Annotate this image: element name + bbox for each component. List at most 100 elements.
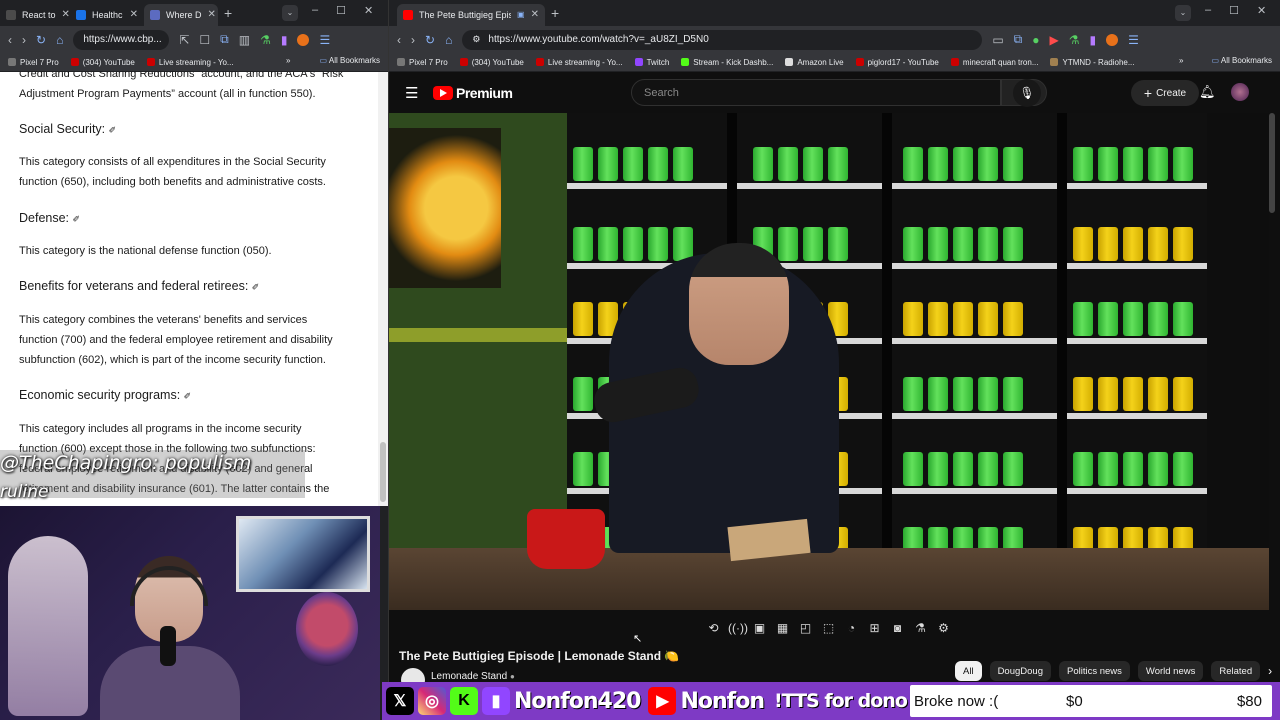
soda-can	[1073, 302, 1093, 336]
flask-icon[interactable]: ⚗	[912, 621, 929, 635]
bookmark-item[interactable]: (304) YouTube	[459, 58, 524, 67]
bookmark-item[interactable]: Pixel 7 Pro	[397, 58, 448, 67]
menu-icon[interactable]: ☰	[319, 33, 330, 47]
loop-icon[interactable]: ⟲	[705, 621, 722, 635]
tab-react[interactable]: React to ✕	[0, 4, 70, 26]
menu-icon[interactable]: ☰	[1128, 33, 1139, 47]
bookmark-item[interactable]: Amazon Live	[785, 58, 844, 67]
youtube-ext-icon[interactable]: ▶	[1049, 33, 1058, 47]
share-icon[interactable]: ⇱	[179, 33, 189, 47]
bookmark-item[interactable]: Live streaming - Yo...	[535, 58, 623, 67]
reload-icon[interactable]: ↻	[36, 33, 46, 47]
bookmark-live[interactable]: Live streaming - Yo...	[146, 58, 234, 67]
microphone	[160, 626, 176, 666]
home-icon[interactable]: ⌂	[445, 33, 452, 47]
bookmark-youtube[interactable]: (304) YouTube	[70, 58, 135, 67]
anchor-link-icon[interactable]: ✐	[184, 391, 192, 401]
add-icon[interactable]: ⊞	[866, 621, 883, 635]
channel-name[interactable]: Lemonade Stand ●	[431, 671, 515, 682]
close-icon[interactable]: ✕	[531, 9, 539, 20]
bookmark-icon[interactable]: ☐	[199, 33, 210, 47]
search-input[interactable]: Search	[631, 79, 1001, 106]
forward-icon[interactable]: ›	[22, 33, 26, 47]
close-icon[interactable]: ✕	[130, 9, 138, 20]
bookmark-item[interactable]: minecraft quan tron...	[950, 58, 1038, 67]
bookmark-pixel[interactable]: Pixel 7 Pro	[8, 58, 59, 67]
search-placeholder: Search	[644, 86, 679, 99]
chip-all[interactable]: All	[955, 661, 982, 681]
home-icon[interactable]: ⌂	[56, 33, 63, 47]
minimize-icon[interactable]: –	[312, 4, 318, 17]
minimize-icon[interactable]: –	[1205, 4, 1211, 17]
voice-search-icon[interactable]: 🎙︎	[1013, 79, 1041, 107]
url-field[interactable]: ⚙ https://www.youtube.com/watch?v=_aU8ZI…	[462, 29, 983, 50]
theater-icon[interactable]: ⬚	[820, 621, 837, 635]
profile-avatar[interactable]	[1231, 83, 1249, 101]
reload-icon[interactable]: ↻	[425, 33, 435, 47]
forward-icon[interactable]: ›	[411, 33, 415, 47]
site-info-icon[interactable]: ⚙	[472, 34, 480, 45]
video-player[interactable]	[389, 113, 1269, 610]
bookmark-item[interactable]: YTMND - Radiohe...	[1050, 58, 1135, 67]
bookmark-item[interactable]: piglord17 - YouTube	[855, 58, 939, 67]
new-tab-icon[interactable]: +	[551, 5, 559, 21]
avatar[interactable]	[297, 33, 310, 46]
all-bookmarks[interactable]: ▭ All Bookmarks	[1212, 56, 1272, 65]
close-window-icon[interactable]: ✕	[364, 4, 373, 17]
maximize-icon[interactable]: ☐	[1229, 4, 1239, 17]
soda-can	[1073, 377, 1093, 411]
flask-icon[interactable]: ⚗	[260, 33, 271, 47]
close-icon[interactable]: ✕	[62, 9, 70, 20]
tab-youtube-video[interactable]: The Pete Buttigieg Episode ▣ ✕	[397, 3, 545, 26]
extension-icon[interactable]: ⧉	[220, 32, 229, 47]
playing-audio-icon[interactable]: ▣	[517, 10, 525, 19]
back-icon[interactable]: ‹	[8, 33, 12, 47]
calendar-icon[interactable]: ▦	[774, 621, 791, 635]
extension-icon[interactable]: ⧉	[1014, 32, 1023, 47]
create-button[interactable]: + Create	[1131, 80, 1199, 106]
screenshot-area-icon[interactable]: ◰	[797, 621, 814, 635]
new-tab-icon[interactable]: +	[224, 5, 232, 21]
chip-dougdoug[interactable]: DougDoug	[989, 661, 1051, 681]
twitch-ext-icon[interactable]: ▮	[1089, 33, 1096, 47]
twitch-ext-icon[interactable]: ▮	[281, 33, 288, 47]
close-window-icon[interactable]: ✕	[1257, 4, 1266, 17]
tab-search-icon[interactable]: ⌄	[1175, 5, 1191, 21]
more-bookmarks-icon[interactable]: »	[1179, 56, 1183, 65]
audio-icon[interactable]: ((·))	[728, 621, 748, 635]
camera-icon[interactable]: ◙	[889, 621, 906, 635]
left-scrollbar[interactable]	[378, 72, 388, 506]
avatar[interactable]	[1106, 33, 1119, 46]
flask-icon[interactable]: ⚗	[1069, 33, 1080, 47]
hamburger-menu-icon[interactable]: ☰	[405, 84, 418, 102]
chip-related[interactable]: Related	[1211, 661, 1261, 681]
tab-healthcare[interactable]: Healthc ✕	[70, 4, 144, 26]
chip-politics[interactable]: Politics news	[1058, 661, 1130, 681]
cast-icon[interactable]: ▭	[992, 33, 1003, 47]
all-bookmarks[interactable]: ▭ All Bookmarks	[320, 56, 380, 65]
bookmark-item[interactable]: Twitch	[634, 58, 669, 67]
anchor-link-icon[interactable]: ✐	[252, 282, 260, 292]
maximize-icon[interactable]: ☐	[336, 4, 346, 17]
chip-world-news[interactable]: World news	[1137, 661, 1204, 681]
notifications-bell-icon[interactable]: 🔔︎	[1199, 84, 1216, 100]
tab-where[interactable]: Where D ✕	[144, 3, 218, 26]
close-icon[interactable]: ✕	[208, 9, 216, 20]
url-field[interactable]: https://www.cbp...	[73, 29, 170, 50]
back-icon[interactable]: ‹	[397, 33, 401, 47]
grammarly-icon[interactable]: ●	[1032, 33, 1039, 47]
pip-icon[interactable]: ▣	[751, 621, 768, 635]
speed-icon[interactable]: ◔	[843, 621, 860, 635]
anchor-link-icon[interactable]: ✐	[73, 214, 81, 224]
settings-gear-icon[interactable]: ⚙	[935, 621, 952, 635]
chevron-right-icon[interactable]: ›	[1268, 661, 1272, 681]
youtube-logo[interactable]: Premium	[433, 85, 513, 101]
more-bookmarks-icon[interactable]: »	[286, 56, 290, 65]
anchor-link-icon[interactable]: ✐	[109, 125, 117, 135]
page-scrollbar-thumb[interactable]	[1269, 113, 1275, 213]
soda-can	[1148, 377, 1168, 411]
sidepanel-icon[interactable]: ▥	[239, 33, 250, 47]
tab-search-icon[interactable]: ⌄	[282, 5, 298, 21]
bookmark-item[interactable]: Stream - Kick Dashb...	[681, 58, 773, 67]
scrollbar-thumb[interactable]	[380, 442, 386, 502]
